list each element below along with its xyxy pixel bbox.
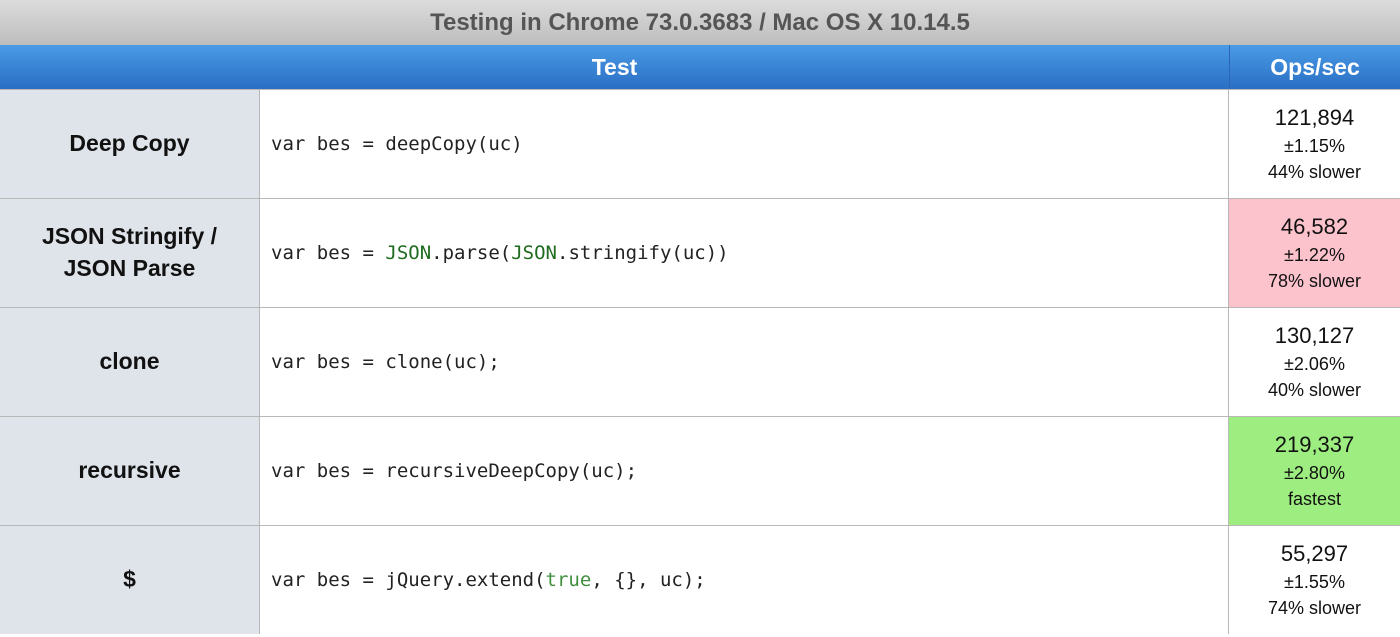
ops-result: 130,127 ±2.06% 40% slower [1229,308,1400,416]
test-code[interactable]: var bes = deepCopy(uc) [260,90,1229,198]
table-row: $ var bes = jQuery.extend(true, {}, uc);… [0,526,1400,634]
code-boolean: true [545,569,592,591]
test-name: JSON Stringify / JSON Parse [0,199,260,307]
ops-value: 219,337 [1274,432,1355,457]
ops-error: ±1.22% [1284,245,1345,265]
ops-relative: 74% slower [1267,598,1362,618]
code-text: , {}, uc); [591,569,706,591]
ops-relative: 78% slower [1267,271,1362,291]
test-name: recursive [0,417,260,525]
ops-relative: fastest [1287,489,1342,509]
code-text: var bes = jQuery.extend( [271,569,546,591]
ops-error: ±2.06% [1284,354,1345,374]
table-row: recursive var bes = recursiveDeepCopy(uc… [0,417,1400,526]
code-global: JSON [385,242,432,264]
test-name-line: JSON Stringify / [41,223,218,250]
table-row: clone var bes = clone(uc); 130,127 ±2.06… [0,308,1400,417]
test-name: clone [0,308,260,416]
table-row: Deep Copy var bes = deepCopy(uc) 121,894… [0,90,1400,199]
code-text: var bes = recursiveDeepCopy(uc); [271,460,638,482]
column-header-ops: Ops/sec [1229,45,1400,89]
test-code[interactable]: var bes = jQuery.extend(true, {}, uc); [260,526,1229,634]
ops-relative: 40% slower [1267,380,1362,400]
ops-value: 46,582 [1280,214,1349,239]
table-header: Test Ops/sec [0,45,1400,89]
test-code[interactable]: var bes = JSON .parse(JSON .stringify(uc)) [260,199,1229,307]
page-title: Testing in Chrome 73.0.3683 / Mac OS X 1… [0,0,1400,45]
ops-result: 121,894 ±1.15% 44% slower [1229,90,1400,198]
code-global: JSON [511,242,557,264]
ops-value: 121,894 [1274,105,1355,130]
ops-error: ±1.55% [1284,572,1345,592]
ops-value: 55,297 [1280,541,1349,566]
test-name: $ [0,526,260,634]
ops-result-slowest: 46,582 ±1.22% 78% slower [1229,199,1400,307]
benchmark-results-table: Testing in Chrome 73.0.3683 / Mac OS X 1… [0,0,1400,637]
test-code[interactable]: var bes = recursiveDeepCopy(uc); [260,417,1229,525]
table-body: Deep Copy var bes = deepCopy(uc) 121,894… [0,89,1400,634]
ops-result-fastest: 219,337 ±2.80% fastest [1229,417,1400,525]
code-text: .parse( [431,242,512,264]
code-text: var bes = clone(uc); [271,351,500,373]
test-name-line: JSON Parse [63,255,196,281]
ops-value: 130,127 [1274,323,1355,348]
ops-error: ±1.15% [1284,136,1345,156]
ops-error: ±2.80% [1284,463,1345,483]
code-text: .stringify(uc)) [557,242,729,264]
ops-relative: 44% slower [1267,162,1362,182]
test-name: Deep Copy [0,90,260,198]
column-header-test: Test [591,54,638,80]
code-text: var bes = [271,242,386,264]
test-code[interactable]: var bes = clone(uc); [260,308,1229,416]
code-text: var bes = deepCopy(uc) [271,133,523,155]
table-row: JSON Stringify / JSON Parse var bes = JS… [0,199,1400,308]
ops-result: 55,297 ±1.55% 74% slower [1229,526,1400,634]
